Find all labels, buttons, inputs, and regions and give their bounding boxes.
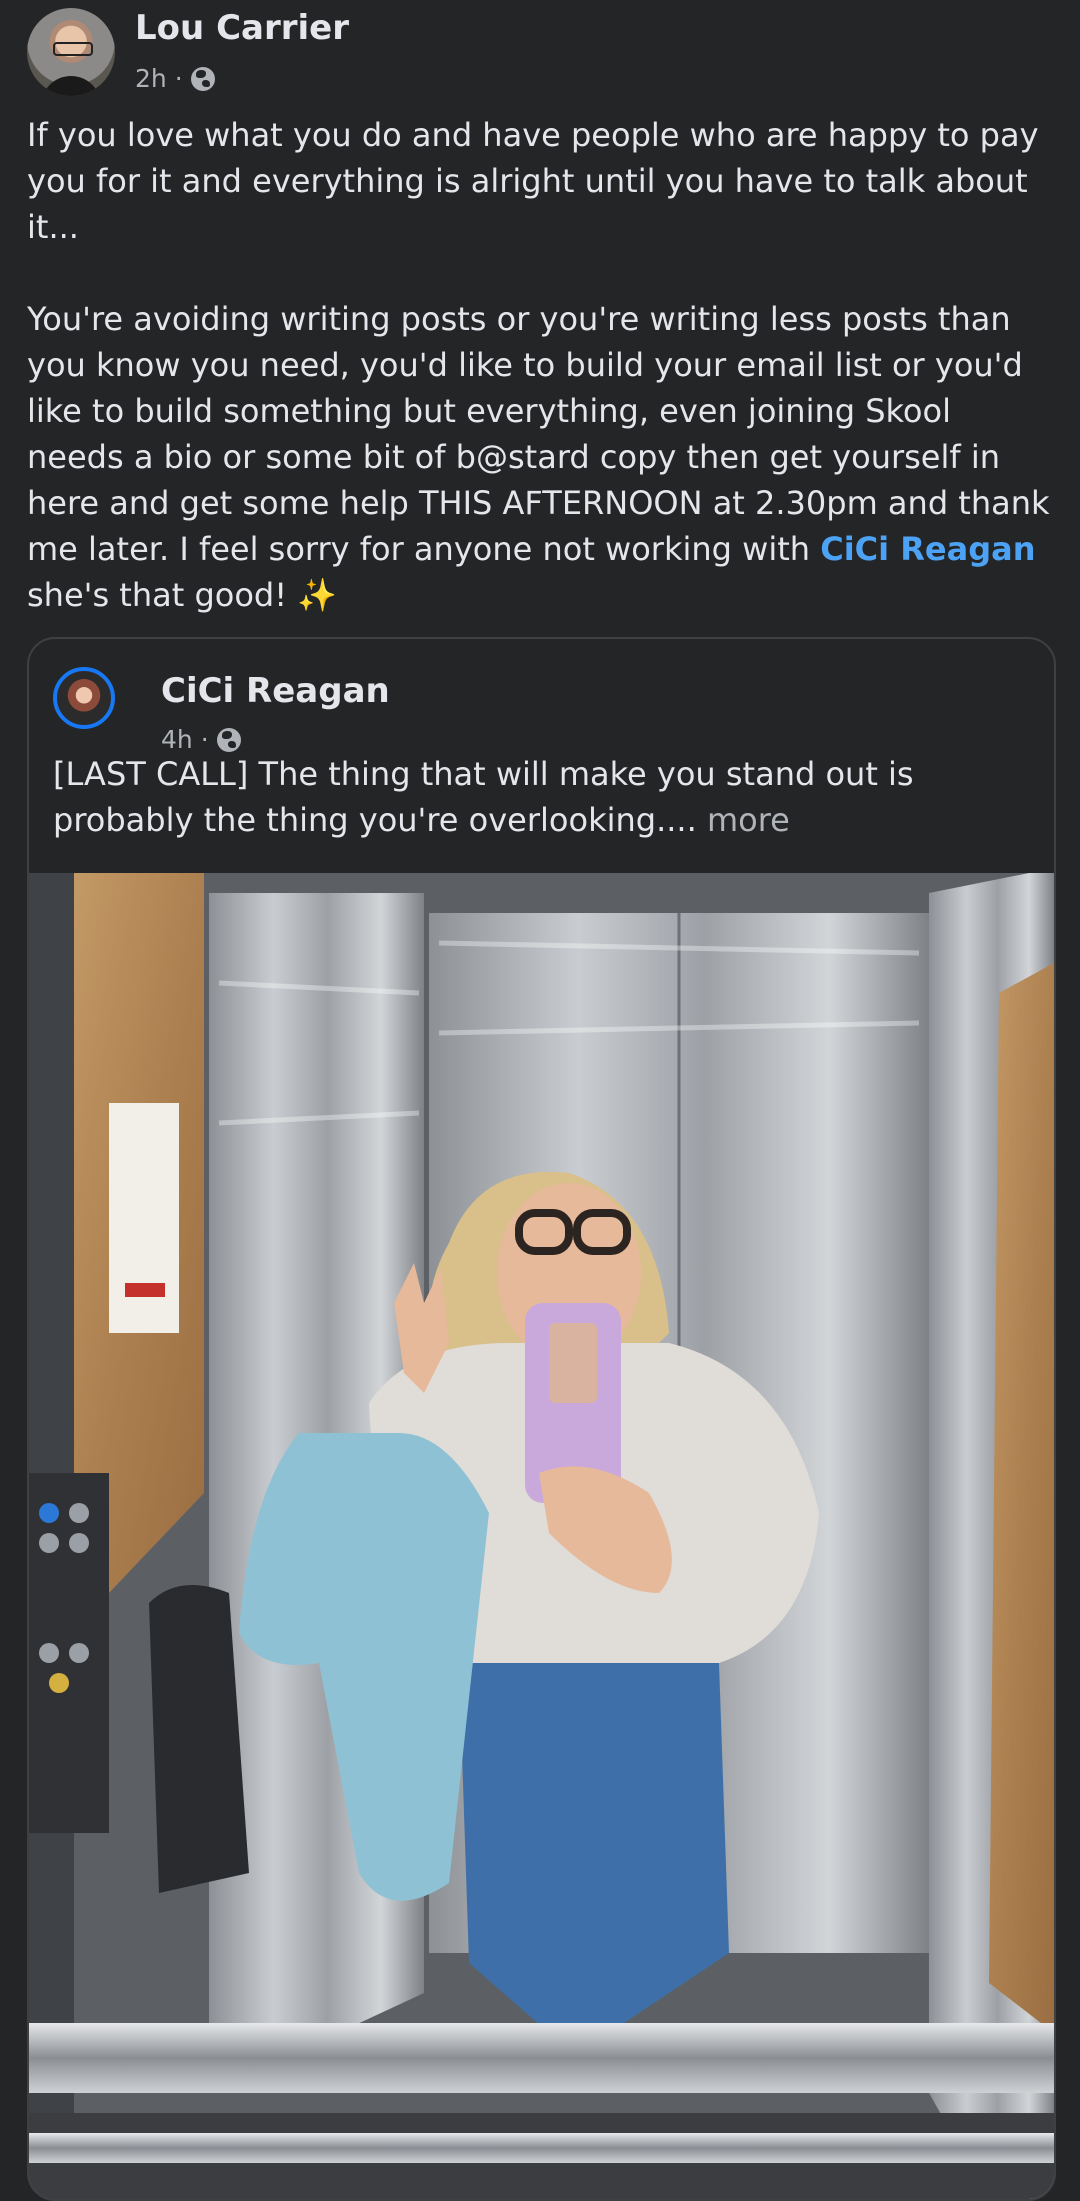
post-text-segment: she's that good! ✨ xyxy=(27,576,338,614)
shared-post-text: [LAST CALL] The thing that will make you… xyxy=(53,751,1013,843)
post-time[interactable]: 2h xyxy=(135,64,167,93)
shared-author-avatar[interactable] xyxy=(53,667,115,729)
post-header: Lou Carrier 2h · xyxy=(27,8,1047,98)
globe-icon xyxy=(216,727,241,752)
post-paragraph: You're avoiding writing posts or you're … xyxy=(27,296,1057,618)
globe-icon xyxy=(190,66,215,91)
shared-author-name[interactable]: CiCi Reagan xyxy=(161,671,390,711)
post-meta: 2h · xyxy=(135,64,215,93)
shared-post-time[interactable]: 4h xyxy=(161,725,193,754)
post-photo[interactable] xyxy=(29,873,1054,2199)
meta-separator: · xyxy=(200,725,209,754)
meta-separator: · xyxy=(174,64,183,93)
post-paragraph: If you love what you do and have people … xyxy=(27,116,1039,246)
shared-post-header: CiCi Reagan 4h · xyxy=(53,659,1033,754)
mention-link[interactable]: CiCi Reagan xyxy=(820,530,1035,568)
post-text-segment: You're avoiding writing posts or you're … xyxy=(27,300,1050,568)
elevator-selfie-photo xyxy=(29,873,1054,2199)
author-avatar[interactable] xyxy=(27,8,115,96)
shared-post-meta: 4h · xyxy=(161,725,241,754)
see-more-link[interactable]: more xyxy=(707,801,790,839)
shared-post-card[interactable]: CiCi Reagan 4h · [LAST CALL] The thing t… xyxy=(27,637,1056,2201)
author-name[interactable]: Lou Carrier xyxy=(135,8,349,48)
post-text: If you love what you do and have people … xyxy=(27,112,1057,618)
